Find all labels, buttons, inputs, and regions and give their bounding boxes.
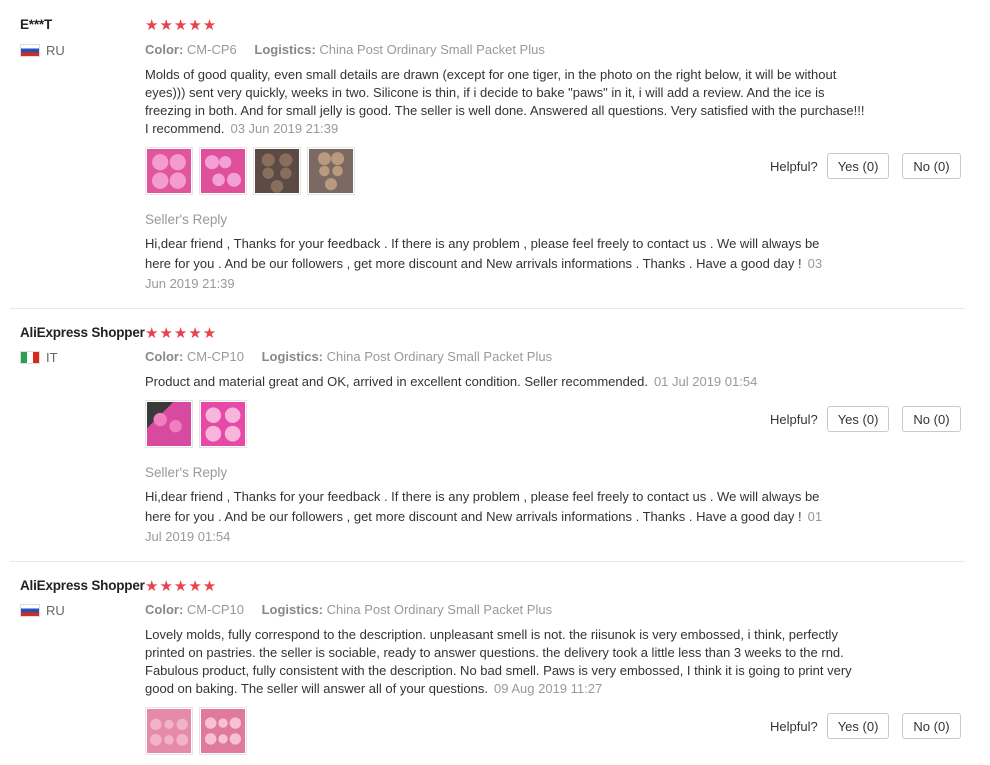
order-info: Color: CM-CP10 Logistics: China Post Ord…: [145, 349, 566, 364]
review-photo[interactable]: [145, 707, 193, 755]
helpful-label: Helpful?: [770, 718, 818, 734]
reviewer-name: E***T: [20, 17, 53, 32]
review-photo[interactable]: [145, 147, 193, 195]
rating-stars: ★★★★★: [145, 325, 218, 342]
reviewer-name: AliExpress Shopper: [20, 325, 145, 340]
italy-flag-icon: [20, 351, 40, 364]
helpful-vote: Helpful? Yes (0) No (0): [770, 153, 961, 179]
order-info: Color: CM-CP10 Logistics: China Post Ord…: [145, 602, 566, 617]
review-photos: [145, 147, 355, 195]
color-label: Color:: [145, 602, 184, 617]
helpful-no-button[interactable]: No (0): [902, 153, 961, 179]
seller-reply-title: Seller's Reply: [145, 465, 228, 480]
review-text: Product and material great and OK, arriv…: [145, 373, 867, 391]
review-body: Product and material great and OK, arriv…: [145, 374, 648, 389]
helpful-label: Helpful?: [770, 411, 818, 427]
color-value: CM-CP10: [186, 349, 244, 364]
helpful-yes-button[interactable]: Yes (0): [826, 713, 890, 739]
review-item: AliExpress Shopper RU ★★★★★ Color: CM-CP…: [0, 562, 965, 765]
seller-reply-text: Hi,dear friend , Thanks for your feedbac…: [145, 487, 835, 547]
review-photo[interactable]: [199, 707, 247, 755]
rating-stars: ★★★★★: [145, 17, 218, 34]
helpful-no-button[interactable]: No (0): [902, 713, 961, 739]
helpful-vote: Helpful? Yes (0) No (0): [770, 406, 961, 432]
seller-reply-body: Hi,dear friend , Thanks for your feedbac…: [145, 236, 820, 271]
color-label: Color:: [145, 42, 184, 57]
reviewer-country: RU: [20, 43, 65, 58]
rating-stars: ★★★★★: [145, 578, 218, 595]
reviewer-country: IT: [20, 350, 58, 365]
reviewer-country: RU: [20, 603, 65, 618]
review-date: 09 Aug 2019 11:27: [494, 681, 603, 696]
country-code: RU: [46, 603, 65, 618]
review-date: 03 Jun 2019 21:39: [230, 121, 339, 136]
color-label: Color:: [145, 349, 184, 364]
helpful-yes-button[interactable]: Yes (0): [826, 153, 890, 179]
review-item: AliExpress Shopper IT ★★★★★ Color: CM-CP…: [0, 309, 965, 562]
review-photo[interactable]: [307, 147, 355, 195]
logistics-value: China Post Ordinary Small Packet Plus: [326, 602, 553, 617]
logistics-value: China Post Ordinary Small Packet Plus: [319, 42, 545, 57]
country-code: IT: [46, 350, 58, 365]
review-photo[interactable]: [145, 400, 193, 448]
seller-reply-text: Hi,dear friend , Thanks for your feedbac…: [145, 234, 835, 294]
country-code: RU: [46, 43, 65, 58]
review-item: E***T RU ★★★★★ Color: CM-CP6 Logistics: …: [0, 0, 965, 309]
russia-flag-icon: [20, 604, 40, 617]
seller-reply-title: Seller's Reply: [145, 212, 228, 227]
review-date: 01 Jul 2019 01:54: [653, 374, 758, 389]
order-info: Color: CM-CP6 Logistics: China Post Ordi…: [145, 42, 559, 57]
color-value: CM-CP10: [186, 602, 244, 617]
review-text: Lovely molds, fully correspond to the de…: [145, 626, 867, 698]
reviewer-name: AliExpress Shopper: [20, 578, 145, 593]
helpful-yes-button[interactable]: Yes (0): [826, 406, 890, 432]
review-photo[interactable]: [253, 147, 301, 195]
logistics-value: China Post Ordinary Small Packet Plus: [326, 349, 553, 364]
review-photo[interactable]: [199, 400, 247, 448]
review-photo[interactable]: [199, 147, 247, 195]
helpful-label: Helpful?: [770, 158, 818, 174]
review-photos: [145, 400, 247, 448]
color-value: CM-CP6: [186, 42, 237, 57]
seller-reply-body: Hi,dear friend , Thanks for your feedbac…: [145, 489, 820, 524]
russia-flag-icon: [20, 44, 40, 57]
logistics-label: Logistics:: [261, 602, 324, 617]
logistics-label: Logistics:: [261, 349, 324, 364]
review-text: Molds of good quality, even small detail…: [145, 66, 867, 138]
helpful-no-button[interactable]: No (0): [902, 406, 961, 432]
review-photos: [145, 707, 247, 755]
logistics-label: Logistics:: [254, 42, 316, 57]
helpful-vote: Helpful? Yes (0) No (0): [770, 713, 961, 739]
